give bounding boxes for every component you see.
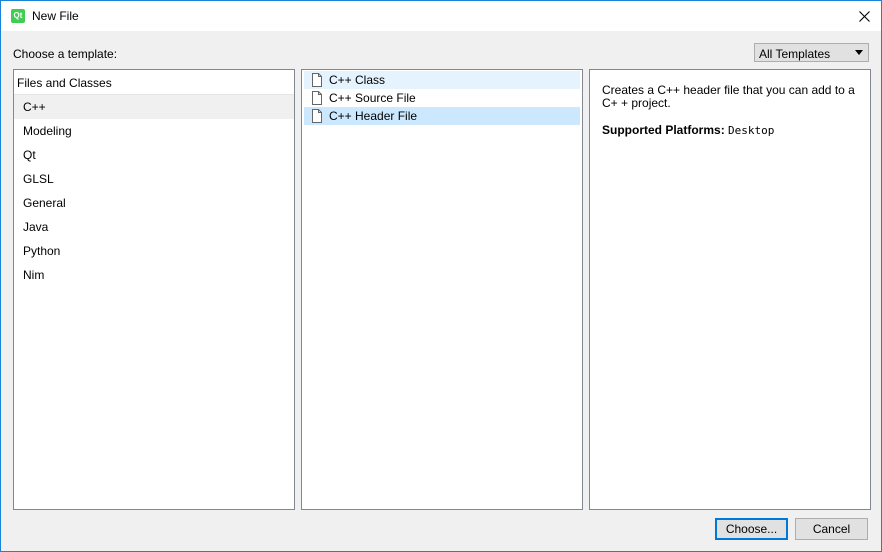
category-label: Qt [23, 148, 36, 162]
category-label: GLSL [23, 172, 54, 186]
category-item-modeling[interactable]: Modeling [14, 119, 294, 143]
category-label: Python [23, 244, 61, 258]
category-item-java[interactable]: Java [14, 215, 294, 239]
template-label: C++ Source File [329, 91, 416, 105]
category-label: C++ [23, 100, 46, 114]
category-label: Nim [23, 268, 45, 282]
title-bar: Qt New File [1, 1, 881, 31]
choose-template-label: Choose a template: [13, 47, 118, 61]
category-item-nim[interactable]: Nim [14, 263, 294, 287]
category-label: Modeling [23, 124, 72, 138]
category-item-cpp[interactable]: C++ [14, 95, 294, 119]
close-button[interactable] [847, 1, 881, 31]
chevron-down-icon [855, 50, 863, 55]
category-item-python[interactable]: Python [14, 239, 294, 263]
category-label: Java [23, 220, 49, 234]
category-label: General [23, 196, 66, 210]
category-list: C++ Modeling Qt GLSL General Java Python… [14, 95, 294, 287]
template-label: C++ Class [329, 73, 386, 87]
choose-button[interactable]: Choose... [715, 518, 788, 540]
category-item-qt[interactable]: Qt [14, 143, 294, 167]
category-group-label: Files and Classes [17, 76, 112, 90]
platforms-label: Supported Platforms [602, 123, 721, 137]
template-item-cpp-header-file[interactable]: C++ Header File [304, 107, 580, 125]
new-file-dialog: Qt New File Choose a template: All Templ… [0, 0, 882, 552]
file-icon [312, 109, 322, 123]
template-list: C++ Class C++ Source File C++ Header Fil… [304, 71, 580, 125]
supported-platforms: Supported Platforms: Desktop [602, 123, 775, 137]
template-item-cpp-source-file[interactable]: C++ Source File [304, 89, 580, 107]
cancel-button[interactable]: Cancel [795, 518, 868, 540]
template-filter-value: All Templates [759, 47, 831, 61]
template-panel: C++ Class C++ Source File C++ Header Fil… [301, 69, 583, 510]
qt-app-icon: Qt [11, 9, 25, 23]
category-panel: Files and Classes C++ Modeling Qt GLSL G… [13, 69, 295, 510]
file-icon [312, 91, 322, 105]
file-icon [312, 73, 322, 87]
platforms-value: Desktop [728, 124, 775, 137]
template-filter-dropdown[interactable]: All Templates [754, 43, 869, 62]
window-title: New File [32, 9, 79, 23]
template-item-cpp-class[interactable]: C++ Class [304, 71, 580, 89]
category-group-header[interactable]: Files and Classes [14, 70, 294, 95]
template-description: Creates a C++ header file that you can a… [602, 83, 855, 110]
category-item-general[interactable]: General [14, 191, 294, 215]
details-panel: Creates a C++ header file that you can a… [589, 69, 871, 510]
close-icon [858, 10, 870, 22]
category-item-glsl[interactable]: GLSL [14, 167, 294, 191]
template-label: C++ Header File [329, 109, 418, 123]
